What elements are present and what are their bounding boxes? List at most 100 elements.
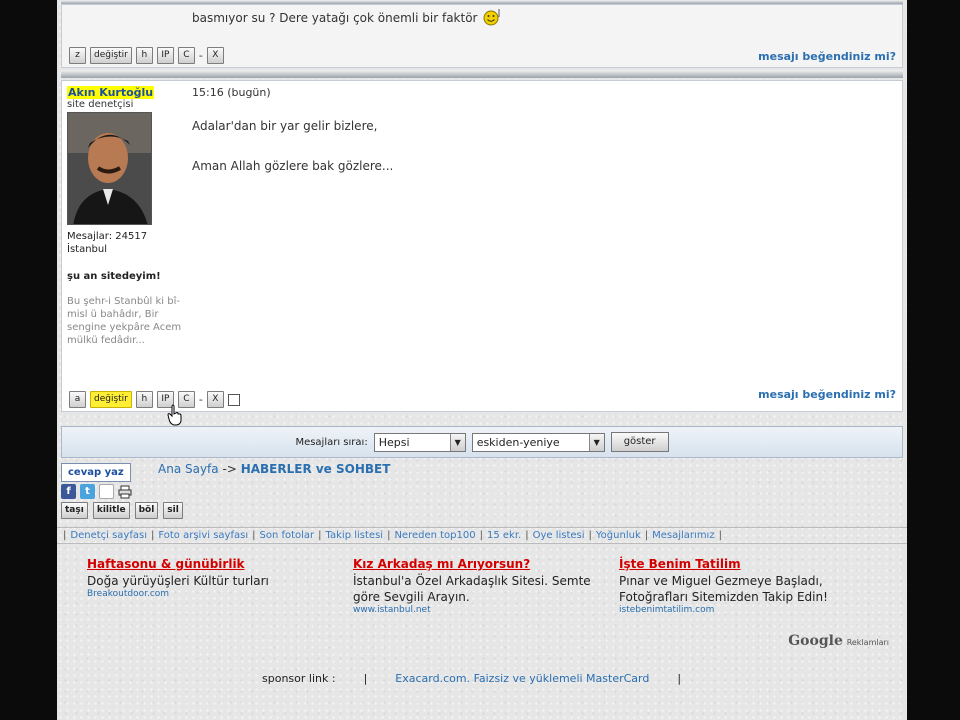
ad-title-link[interactable]: Haftasonu & günübirlik xyxy=(87,557,347,571)
forum-post: Akın Kurtoğlu site denetçisi Mesajlar: 2… xyxy=(61,80,903,412)
reply-button[interactable]: cevap yaz xyxy=(61,463,131,482)
link-separator: | xyxy=(588,530,592,541)
filter-select[interactable]: Hepsi ▼ xyxy=(373,432,466,452)
link-separator: | xyxy=(644,530,649,541)
edit-button[interactable]: değiştir xyxy=(90,391,132,408)
messages-count: Mesajlar: 24517 xyxy=(67,231,148,242)
ad-block: Kız Arkadaş mı Arıyorsun? İstanbul'a Öze… xyxy=(353,557,613,615)
ads-label: Reklamları xyxy=(846,638,889,647)
ad-url-link[interactable]: www.istanbul.net xyxy=(353,605,613,615)
link-item[interactable]: Denetçi sayfası xyxy=(70,530,147,541)
sort-label: Mesajları sıraı: xyxy=(295,436,368,448)
split-button[interactable]: böl xyxy=(134,502,159,519)
link-item[interactable]: Foto arşivi sayfası xyxy=(158,530,248,541)
hand-cursor-icon xyxy=(167,404,182,426)
order-select-value: eskiden-yeniye xyxy=(476,435,560,449)
moderation-buttons: taşı kilitle böl sil xyxy=(61,502,183,519)
ad-text: Doğa yürüyüşleri Kültür turları xyxy=(87,574,269,588)
ad-block: Haftasonu & günübirlik Doğa yürüyüşleri … xyxy=(87,557,347,599)
link-item[interactable]: Nereden top100 xyxy=(394,530,475,541)
link-separator: | xyxy=(252,530,256,541)
ad-block: İşte Benim Tatilim Pınar ve Miguel Gezme… xyxy=(619,557,879,615)
share-icons: f t xyxy=(61,484,132,499)
history-button[interactable]: h xyxy=(135,47,153,64)
lock-button[interactable]: kilitle xyxy=(92,502,130,519)
breadcrumb-home[interactable]: Ana Sayfa xyxy=(158,462,219,476)
google-logo: Google xyxy=(788,633,843,649)
post-toolbar: a değiştir h IP C - X xyxy=(69,391,240,408)
post-line-1: Adalar'dan bir yar gelir bizlere, xyxy=(192,119,378,133)
link-item[interactable]: Oye listesi xyxy=(533,530,585,541)
copy-button[interactable]: C xyxy=(177,47,195,64)
link-separator: | xyxy=(318,530,322,541)
sort-bar: Mesajları sıraı: Hepsi ▼ eskiden-yeniye … xyxy=(61,426,903,458)
sponsor-link[interactable]: Exacard.com. Faizsiz ve yüklemeli Master… xyxy=(395,672,649,685)
previous-post-toolbar: z değiştir h IP C - X xyxy=(69,47,224,64)
link-separator: | xyxy=(479,530,483,541)
smiley-icon xyxy=(483,9,500,26)
separator-dash: - xyxy=(198,49,203,62)
forum-page: basmıyor su ? Dere yatağı çok önemli bir… xyxy=(57,0,907,720)
breadcrumb-arrow: -> xyxy=(222,462,237,476)
link-item[interactable]: Mesajlarımız xyxy=(652,530,714,541)
print-icon[interactable] xyxy=(118,485,132,499)
user-signature: Bu şehr-i Stanbûl ki bî-misl ü bahâdır, … xyxy=(67,296,182,346)
ad-text: Pınar ve Miguel Gezmeye Başladı, Fotoğra… xyxy=(619,574,828,604)
post-time: 15:16 (bugün) xyxy=(192,86,271,99)
quote-button[interactable]: a xyxy=(69,391,86,408)
liked-link[interactable]: mesajı beğendiniz mi? xyxy=(758,388,896,401)
link-separator: | xyxy=(151,530,155,541)
online-status: şu an sitedeyim! xyxy=(67,271,161,282)
google-ads-label[interactable]: Google Reklamları xyxy=(788,633,889,649)
post-separator xyxy=(61,70,903,78)
chevron-down-icon: ▼ xyxy=(449,433,465,451)
user-role: site denetçisi xyxy=(67,99,134,110)
link-item[interactable]: 15 ekr. xyxy=(487,530,521,541)
twitter-icon[interactable]: t xyxy=(80,484,95,499)
post-line-2: Aman Allah gözlere bak gözlere... xyxy=(192,159,394,173)
links-bar: | Denetçi sayfası | Foto arşivi sayfası | … xyxy=(57,527,907,544)
user-location: İstanbul xyxy=(67,244,108,255)
sponsor-separator: | xyxy=(677,672,682,685)
previous-post: basmıyor su ? Dere yatağı çok önemli bir… xyxy=(61,4,903,68)
ad-url-link[interactable]: Breakoutdoor.com xyxy=(87,589,347,599)
facebook-icon[interactable]: f xyxy=(61,484,76,499)
ad-title-link[interactable]: İşte Benim Tatilim xyxy=(619,557,879,571)
link-separator: | xyxy=(525,530,529,541)
avatar[interactable] xyxy=(67,112,152,225)
ad-title-link[interactable]: Kız Arkadaş mı Arıyorsun? xyxy=(353,557,613,571)
link-separator: | xyxy=(63,530,67,541)
delete-button[interactable]: X xyxy=(206,47,224,64)
link-item[interactable]: Yoğunluk xyxy=(596,530,641,541)
delete-button[interactable]: X xyxy=(206,391,224,408)
link-separator: | xyxy=(387,530,391,541)
chevron-down-icon: ▼ xyxy=(588,433,604,451)
breadcrumb: Ana Sayfa -> HABERLER ve SOHBET xyxy=(158,462,390,476)
separator-dash: - xyxy=(198,393,203,406)
link-separator: | xyxy=(718,530,722,541)
select-checkbox[interactable] xyxy=(227,393,240,406)
user-name-link[interactable]: Akın Kurtoğlu xyxy=(67,86,155,99)
ip-button[interactable]: IP xyxy=(156,47,174,64)
liked-link[interactable]: mesajı beğendiniz mi? xyxy=(758,50,896,63)
link-item[interactable]: Son fotolar xyxy=(259,530,314,541)
order-select[interactable]: eskiden-yeniye ▼ xyxy=(471,432,605,452)
history-button[interactable]: h xyxy=(135,391,153,408)
edit-button[interactable]: değiştir xyxy=(90,47,132,64)
email-icon[interactable] xyxy=(99,484,114,499)
ad-text: İstanbul'a Özel Arkadaşlık Sitesi. Semte… xyxy=(353,574,591,604)
link-item[interactable]: Takip listesi xyxy=(326,530,384,541)
avatar-photo-icon xyxy=(68,113,151,224)
show-button[interactable]: göster xyxy=(610,432,669,452)
ad-url-link[interactable]: istebenimtatilim.com xyxy=(619,605,879,615)
sponsor-separator: | xyxy=(363,672,368,685)
quote-button[interactable]: z xyxy=(69,47,86,64)
delete-topic-button[interactable]: sil xyxy=(163,502,183,519)
filter-select-value: Hepsi xyxy=(378,435,410,449)
sponsor-bar: sponsor link : | Exacard.com. Faizsiz ve… xyxy=(262,672,709,685)
breadcrumb-section[interactable]: HABERLER ve SOHBET xyxy=(241,462,391,476)
previous-post-text: basmıyor su ? Dere yatağı çok önemli bir… xyxy=(192,8,503,26)
sponsor-label: sponsor link : xyxy=(262,672,336,685)
move-button[interactable]: taşı xyxy=(61,502,88,519)
previous-post-line: basmıyor su ? Dere yatağı çok önemli bir… xyxy=(192,11,478,25)
